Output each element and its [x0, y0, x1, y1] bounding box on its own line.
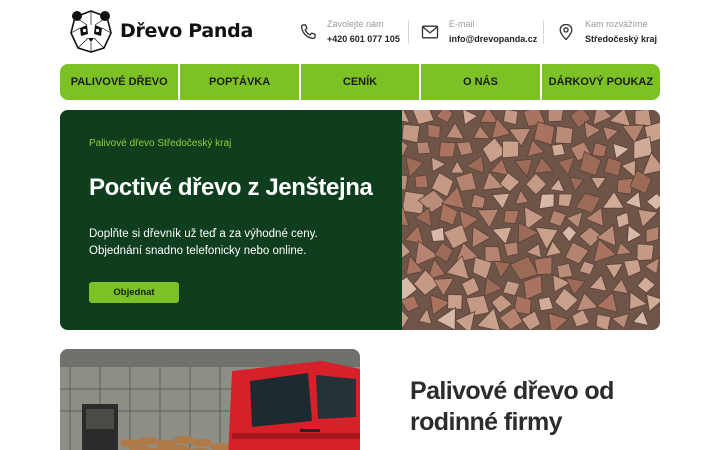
- nav-item-o-nas[interactable]: O NÁS: [421, 64, 542, 100]
- order-button[interactable]: Objednat: [89, 282, 179, 303]
- truck-image: [60, 349, 360, 450]
- firewood-log: [501, 140, 520, 159]
- contact-email[interactable]: E-mail info@drevopanda.cz: [420, 18, 537, 46]
- mail-icon: [421, 25, 439, 39]
- contact-email-value[interactable]: info@drevopanda.cz: [449, 32, 537, 46]
- about-heading: Palivové dřevo od rodinné firmy: [410, 376, 670, 438]
- divider: [408, 20, 409, 44]
- firewood-log: [438, 141, 457, 158]
- logo[interactable]: Dřevo Panda: [68, 8, 253, 54]
- firewood-log: [547, 110, 564, 123]
- firewood-log: [402, 123, 421, 144]
- firewood-log: [634, 110, 652, 127]
- hero-content: Palivové dřevo Středočeský kraj Poctivé …: [60, 110, 402, 330]
- firewood-log: [533, 256, 553, 275]
- about-heading-line-1: Palivové dřevo od: [410, 377, 614, 405]
- firewood-log: [447, 294, 463, 310]
- nav-item-palivove-drevo[interactable]: PALIVOVÉ DŘEVO: [60, 64, 181, 100]
- hero-description: Doplňte si dřevník už teď a za výhodné c…: [89, 226, 389, 260]
- firewood-log: [416, 141, 432, 155]
- contact-area-value: Středočeský kraj: [585, 34, 658, 44]
- firewood-log: [484, 246, 502, 263]
- nav-item-cenik[interactable]: CENÍK: [301, 64, 422, 100]
- firewood-log: [554, 125, 574, 145]
- hero-title: Poctivé dřevo z Jenštejna: [89, 174, 373, 201]
- hero-eyebrow: Palivové dřevo Středočeský kraj: [89, 138, 232, 149]
- nav-item-poptavka[interactable]: POPTÁVKA: [180, 64, 301, 100]
- contact-phone-value[interactable]: +420 601 077 105: [327, 32, 400, 46]
- firewood-log: [636, 243, 655, 262]
- firewood-log: [551, 143, 566, 157]
- about-heading-line-2: rodinné firmy: [410, 408, 563, 436]
- firewood-log: [538, 193, 555, 210]
- firewood-log: [414, 174, 429, 189]
- hero-text-line-2: Objednání snadno telefonicky nebo online…: [89, 245, 307, 257]
- brand-name: Dřevo Panda: [120, 20, 253, 42]
- nav-item-darkovy-poukaz[interactable]: DÁRKOVÝ POUKAZ: [542, 64, 660, 100]
- contact-phone-label: Zavolejte nám: [327, 19, 384, 29]
- panda-icon: [70, 10, 112, 53]
- hero-text-line-1: Doplňte si dřevník už teď a za výhodné c…: [89, 228, 318, 240]
- firewood-log: [427, 123, 441, 139]
- contact-area: Kam rozvážíme Středočeský kraj: [556, 18, 657, 46]
- contact-phone[interactable]: Zavolejte nám +420 601 077 105: [298, 18, 400, 46]
- divider: [543, 20, 544, 44]
- location-pin-icon: [559, 23, 573, 41]
- hero-banner: Palivové dřevo Středočeský kraj Poctivé …: [60, 110, 660, 330]
- phone-icon: [300, 24, 316, 40]
- firewood-stack-image: [402, 110, 660, 330]
- site-header: Dřevo Panda Zavolejte nám +420 601 077 1…: [0, 0, 720, 64]
- truck-photo: [60, 349, 360, 450]
- main-nav: PALIVOVÉ DŘEVO POPTÁVKA CENÍK O NÁS DÁRK…: [60, 64, 660, 100]
- contact-area-label: Kam rozvážíme: [585, 19, 648, 29]
- contact-email-label: E-mail: [449, 19, 475, 29]
